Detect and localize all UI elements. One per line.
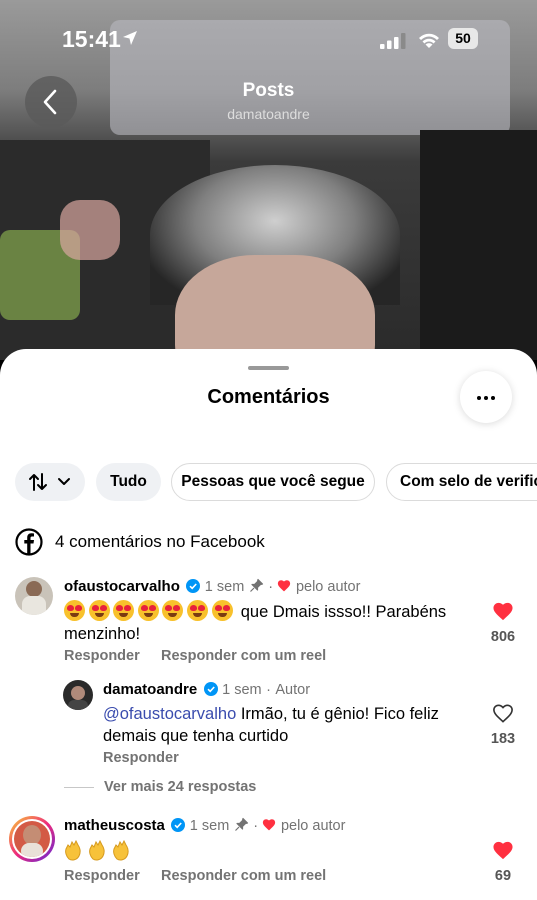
sort-icon [29,473,47,491]
author-badge: Autor [275,682,311,698]
liked-by-author: pelo autor [280,818,346,834]
heart-icon[interactable] [492,840,514,860]
heart-icon[interactable] [492,703,514,723]
verified-icon [186,579,201,593]
like-count: 183 [490,731,516,747]
filter-following[interactable]: Pessoas que você segue [171,463,375,501]
reply-button[interactable]: Responder [103,750,179,766]
reply-button[interactable]: Responder [64,648,140,664]
verified-icon [203,682,218,696]
verified-icon [171,818,186,832]
location-arrow-icon [123,31,137,45]
comments-sheet: Comentários Tudo Pessoas que você segue … [0,349,537,900]
sheet-grabber[interactable] [248,366,289,370]
comment-username[interactable]: matheuscosta [64,817,165,834]
heart-eyes-emoji [64,600,236,621]
comment-username[interactable]: ofaustocarvalho [64,578,180,595]
comment-text: que Dmais issso!! Parabéns menzinho! [64,600,474,645]
replies-divider [64,787,94,788]
reply-with-reel-button[interactable]: Responder com um reel [161,868,326,884]
sort-button[interactable] [15,463,85,501]
pin-icon [234,817,248,831]
comment-time: 1 sem [189,818,230,834]
heart-icon[interactable] [492,601,514,621]
heart-icon [278,580,291,592]
mention-link[interactable]: @ofaustocarvalho [103,705,236,723]
reply-text: @ofaustocarvalho Irmão, tu é gênio! Fico… [103,705,439,745]
clapping-hands-emoji [64,839,136,861]
chevron-down-icon [58,478,70,485]
facebook-comments-row[interactable]: 4 comentários no Facebook [15,528,265,556]
avatar-story-ring[interactable] [9,816,55,862]
heart-icon [263,819,276,831]
header-username: damatoandre [227,106,310,122]
signal-icon [380,33,406,49]
reply-username[interactable]: damatoandre [103,681,197,698]
reply-with-reel-button[interactable]: Responder com um reel [161,648,326,664]
pin-icon [249,578,263,592]
avatar[interactable] [15,577,53,615]
filter-verified[interactable]: Com selo de verificação [386,463,537,501]
liked-by-author: pelo autor [295,579,361,595]
status-time: 15:41 [62,26,121,52]
status-bar: 15:41 50 [0,0,537,80]
like-count: 806 [490,629,516,645]
like-count: 69 [494,868,512,884]
sheet-title: Comentários [207,386,330,408]
facebook-comments-text: 4 comentários no Facebook [55,532,265,551]
facebook-icon [15,528,43,556]
reply-time: 1 sem [222,682,262,698]
comment-text [64,839,136,863]
avatar[interactable] [63,680,93,710]
battery-icon: 50 [448,28,478,49]
more-options-button[interactable] [460,371,512,423]
wifi-icon [419,33,439,48]
comment-time: 1 sem [204,579,245,595]
header-title: Posts [242,80,295,101]
view-more-replies-button[interactable]: Ver mais 24 respostas [104,779,256,795]
reply-button[interactable]: Responder [64,868,140,884]
filter-all[interactable]: Tudo [96,463,161,501]
